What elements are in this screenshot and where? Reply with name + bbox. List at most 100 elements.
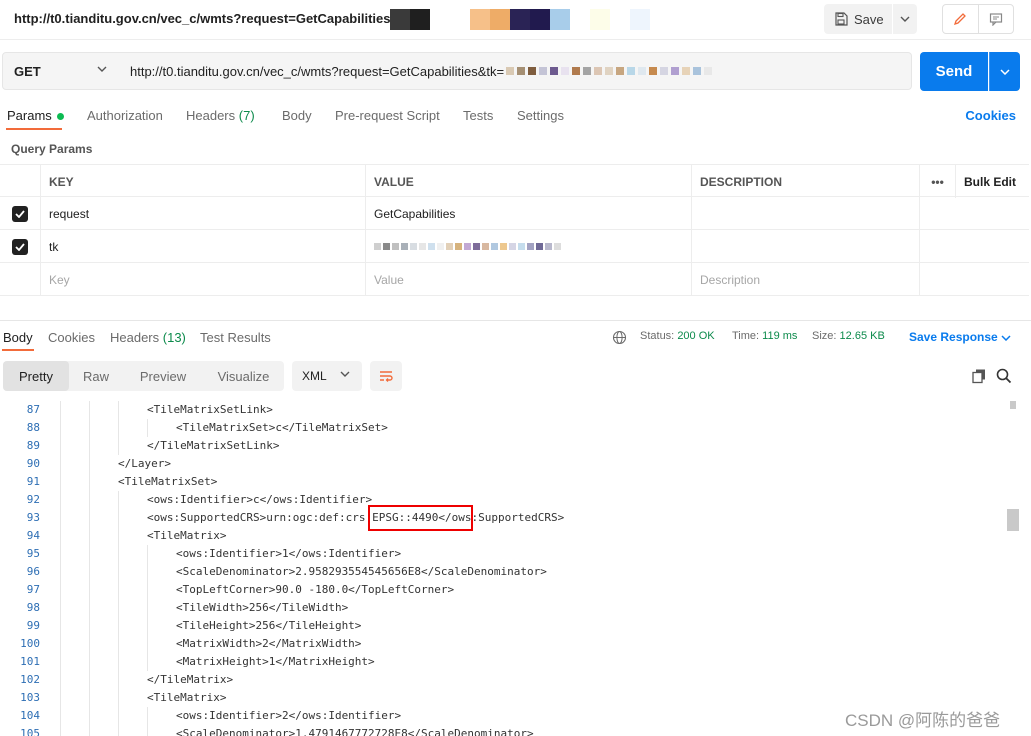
- response-tab-test-results[interactable]: Test Results: [200, 330, 271, 345]
- code-text: <TileMatrixSet>: [118, 475, 218, 488]
- code-line: 94 <TileMatrix>: [0, 527, 1006, 545]
- code-text: <ows:Identifier>1</ows:Identifier>: [176, 547, 402, 560]
- indent-guide: [89, 599, 90, 617]
- tab-pre-request-script[interactable]: Pre-request Script: [335, 108, 440, 123]
- response-headers-label: Headers: [110, 330, 160, 345]
- more-options-button[interactable]: •••: [920, 165, 956, 198]
- indent-guide: [118, 509, 119, 527]
- column-header-key: KEY: [41, 165, 366, 198]
- line-number: 91: [26, 475, 40, 488]
- indent-guide: [60, 617, 61, 635]
- indent-guide: [60, 563, 61, 581]
- response-tab-body[interactable]: Body: [3, 330, 33, 345]
- line-number: 104: [20, 709, 40, 722]
- wrap-lines-button[interactable]: [370, 361, 402, 391]
- params-indicator-dot: [56, 113, 64, 121]
- param-value-cell[interactable]: GetCapabilities: [366, 197, 692, 230]
- edit-mode-button[interactable]: [943, 5, 979, 33]
- save-response-button[interactable]: Save Response: [909, 330, 1011, 344]
- table-row: tk: [0, 230, 1029, 263]
- table-header-row: KEY VALUE DESCRIPTION ••• Bulk Edit: [0, 164, 1029, 198]
- param-value-cell[interactable]: [366, 230, 692, 263]
- line-number: 92: [26, 493, 40, 506]
- status-label: Status:: [640, 330, 675, 342]
- redacted-mosaic: [390, 9, 430, 30]
- code-line: 103 <TileMatrix>: [0, 689, 1006, 707]
- size-readout[interactable]: Size: 12.65 KB: [812, 330, 885, 342]
- code-line: 88 <TileMatrixSet>c</TileMatrixSet>: [0, 419, 1006, 437]
- format-select[interactable]: XML: [292, 361, 362, 391]
- param-key-cell[interactable]: request: [41, 197, 366, 230]
- response-tab-cookies[interactable]: Cookies: [48, 330, 95, 345]
- time-readout[interactable]: Time: 119 ms: [732, 330, 797, 342]
- check-icon: [15, 242, 25, 251]
- response-tab-headers[interactable]: Headers (13): [110, 330, 186, 345]
- line-number: 102: [20, 673, 40, 686]
- redacted-token: [506, 67, 715, 75]
- param-checkbox[interactable]: [12, 238, 28, 255]
- indent-guide: [118, 581, 119, 599]
- new-value-input[interactable]: Value: [366, 263, 692, 296]
- param-checkbox[interactable]: [12, 205, 28, 222]
- param-description-cell[interactable]: [692, 230, 920, 263]
- cookies-link[interactable]: Cookies: [965, 108, 1016, 123]
- code-line: 95 <ows:Identifier>1</ows:Identifier>: [0, 545, 1006, 563]
- send-options-button[interactable]: [989, 52, 1020, 91]
- copy-icon[interactable]: [971, 368, 987, 384]
- url-input[interactable]: http://t0.tianditu.gov.cn/vec_c/wmts?req…: [119, 52, 912, 90]
- param-key-cell[interactable]: tk: [41, 230, 366, 263]
- code-line: 92 <ows:Identifier>c</ows:Identifier>: [0, 491, 1006, 509]
- indent-guide: [89, 419, 90, 437]
- code-text: <TileMatrix>: [147, 691, 227, 704]
- line-number: 96: [26, 565, 40, 578]
- new-description-input[interactable]: Description: [692, 263, 920, 296]
- size-value: 12.65 KB: [839, 330, 885, 342]
- bulk-edit-button[interactable]: Bulk Edit: [956, 165, 1029, 198]
- scrollbar-up-arrow[interactable]: [1010, 401, 1016, 409]
- status-readout[interactable]: Status: 200 OK: [640, 330, 715, 342]
- search-icon[interactable]: [996, 368, 1012, 384]
- request-tabs: Params Authorization Headers (7) Body Pr…: [0, 104, 1031, 130]
- documentation-button[interactable]: [979, 5, 1014, 33]
- line-number: 100: [20, 637, 40, 650]
- globe-icon[interactable]: [612, 330, 627, 345]
- line-number: 105: [20, 727, 40, 736]
- pencil-icon: [954, 13, 967, 26]
- code-line: 91 <TileMatrixSet>: [0, 473, 1006, 491]
- row-spacer-cell: [920, 197, 956, 230]
- code-line: 90 </Layer>: [0, 455, 1006, 473]
- response-body-code[interactable]: 87 <TileMatrixSetLink> 88 <TileMatrixSet>c<…: [0, 401, 1006, 736]
- header-checkbox-cell: [0, 165, 41, 198]
- view-preview-button[interactable]: Preview: [125, 361, 201, 391]
- tab-tests[interactable]: Tests: [463, 108, 493, 123]
- vertical-scrollbar[interactable]: [1006, 401, 1020, 736]
- tab-headers[interactable]: Headers (7): [186, 108, 255, 123]
- code-text: <ows:Identifier>2</ows:Identifier>: [176, 709, 402, 722]
- view-raw-button[interactable]: Raw: [69, 361, 123, 391]
- save-icon: [835, 12, 848, 26]
- code-text: </TileMatrixSetLink>: [147, 439, 280, 452]
- tab-params-label: Params: [7, 108, 52, 123]
- indent-guide: [118, 653, 119, 671]
- method-select[interactable]: GET: [2, 52, 120, 90]
- tab-body[interactable]: Body: [282, 108, 312, 123]
- tab-params[interactable]: Params: [7, 108, 64, 123]
- view-pretty-button[interactable]: Pretty: [3, 361, 69, 391]
- save-button[interactable]: Save: [824, 4, 892, 34]
- indent-guide: [147, 419, 148, 437]
- indent-guide: [60, 527, 61, 545]
- indent-guide: [60, 401, 61, 419]
- indent-guide: [118, 419, 119, 437]
- tab-settings[interactable]: Settings: [517, 108, 564, 123]
- query-params-table: KEY VALUE DESCRIPTION ••• Bulk Edit requ…: [0, 164, 1029, 296]
- scrollbar-thumb[interactable]: [1007, 509, 1019, 531]
- save-options-button[interactable]: [893, 4, 917, 34]
- tab-authorization[interactable]: Authorization: [87, 108, 163, 123]
- new-key-input[interactable]: Key: [41, 263, 366, 296]
- send-button[interactable]: Send: [920, 52, 988, 91]
- check-icon: [15, 209, 25, 218]
- view-visualize-button[interactable]: Visualize: [203, 361, 284, 391]
- view-mode-group: Pretty Raw Preview Visualize: [3, 361, 284, 391]
- indent-guide: [60, 653, 61, 671]
- param-description-cell[interactable]: [692, 197, 920, 230]
